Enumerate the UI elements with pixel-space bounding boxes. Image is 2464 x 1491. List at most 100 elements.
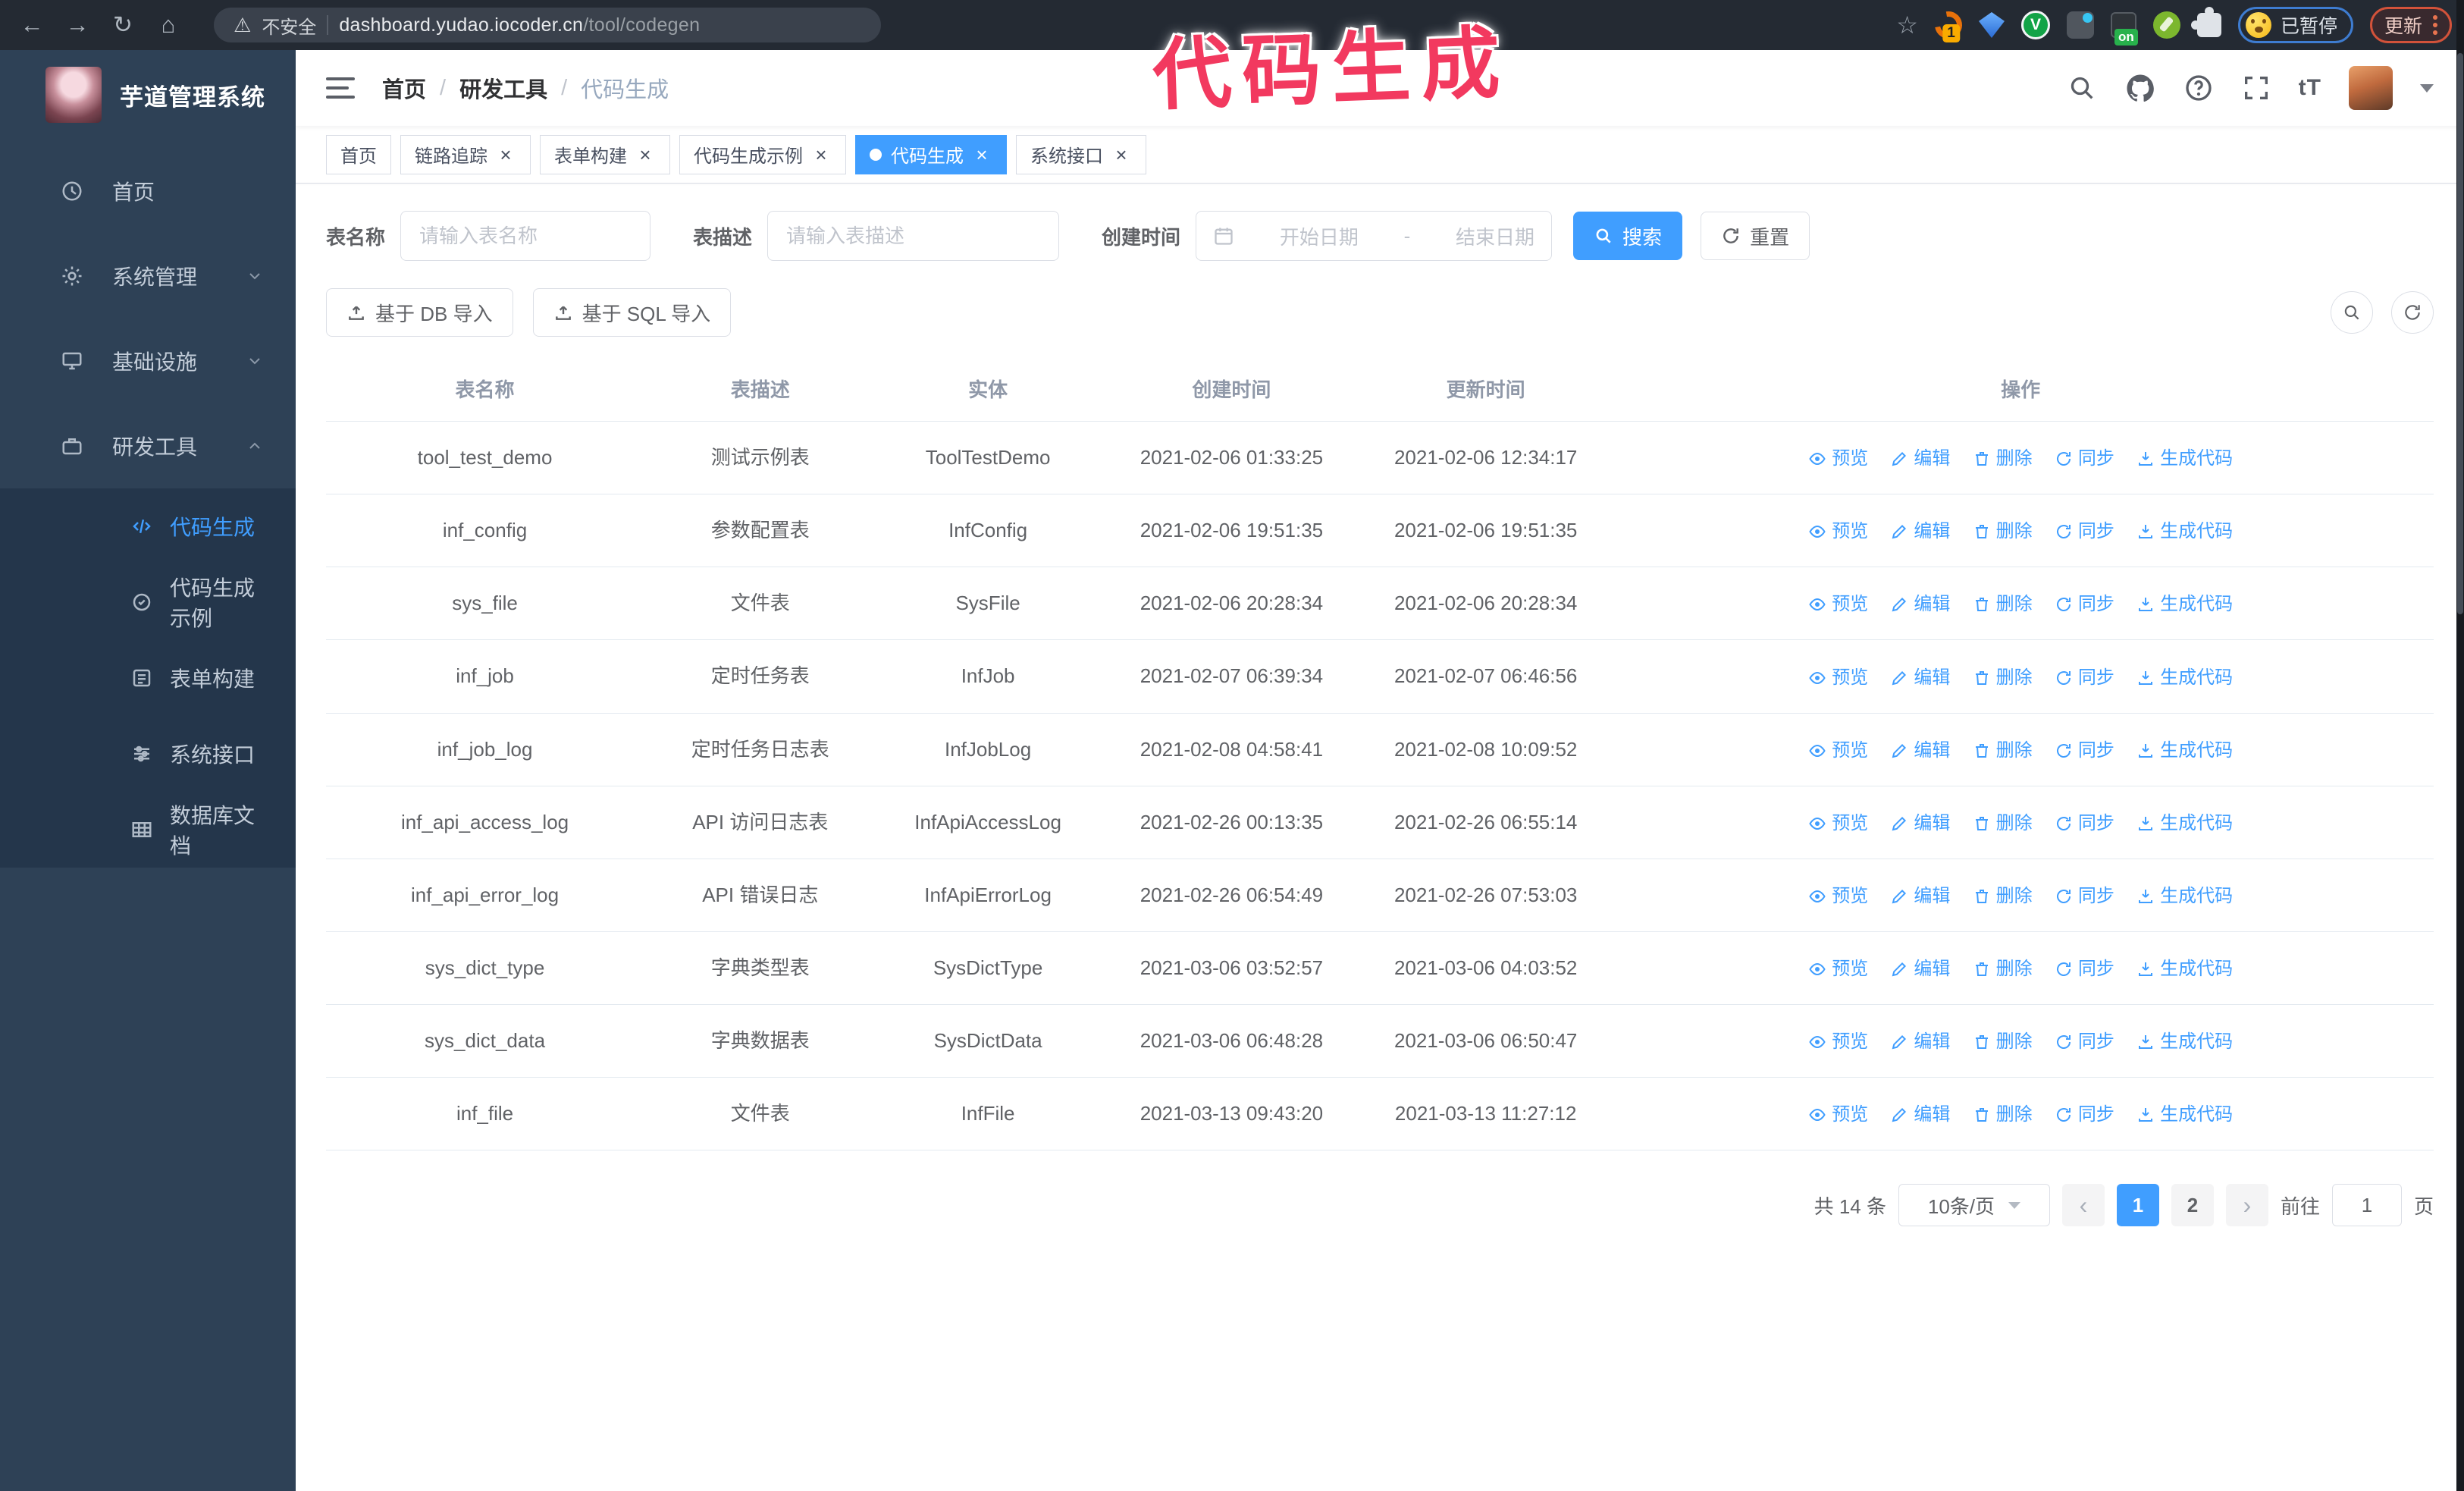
- tab-form-builder[interactable]: 表单构建: [540, 134, 670, 174]
- search-button[interactable]: 搜索: [1573, 212, 1683, 260]
- font-size-icon[interactable]: tT: [2299, 75, 2321, 101]
- generate-code-link[interactable]: 生成代码: [2136, 1028, 2233, 1056]
- table-desc-input[interactable]: [767, 211, 1060, 261]
- close-icon[interactable]: [635, 144, 656, 165]
- bookmark-star-icon[interactable]: ☆: [1896, 11, 1918, 39]
- refresh-table-button[interactable]: [2391, 291, 2434, 334]
- close-icon[interactable]: [495, 144, 516, 165]
- edit-link[interactable]: 编辑: [1890, 810, 1950, 837]
- app-logo-row[interactable]: 芋道管理系统: [0, 50, 296, 138]
- sync-link[interactable]: 同步: [2055, 810, 2114, 837]
- scrollbar-thumb[interactable]: [2457, 53, 2463, 614]
- extension-vue-devtools-icon[interactable]: [2020, 11, 2050, 39]
- generate-code-link[interactable]: 生成代码: [2136, 810, 2233, 837]
- address-bar[interactable]: ⚠ 不安全 dashboard.yudao.iocoder.cn/tool/co…: [214, 8, 881, 42]
- preview-link[interactable]: 预览: [1808, 591, 1868, 618]
- extension-switch-icon[interactable]: on: [2110, 12, 2138, 46]
- preview-link[interactable]: 预览: [1808, 518, 1868, 545]
- preview-link[interactable]: 预览: [1808, 664, 1868, 692]
- fullscreen-icon[interactable]: [2241, 73, 2271, 103]
- delete-link[interactable]: 删除: [1973, 664, 2033, 692]
- delete-link[interactable]: 删除: [1973, 1101, 2033, 1128]
- preview-link[interactable]: 预览: [1808, 1028, 1868, 1056]
- sidebar-item-system[interactable]: 系统管理: [0, 234, 296, 319]
- import-db-button[interactable]: 基于 DB 导入: [326, 288, 513, 337]
- edit-link[interactable]: 编辑: [1890, 664, 1950, 692]
- sidebar-item-devtools[interactable]: 研发工具: [0, 403, 296, 488]
- window-scrollbar[interactable]: [2456, 0, 2464, 1491]
- delete-link[interactable]: 删除: [1973, 518, 2033, 545]
- browser-forward-icon[interactable]: →: [58, 5, 97, 45]
- close-icon[interactable]: [810, 144, 832, 165]
- extension-panel-icon[interactable]: [2066, 11, 2094, 39]
- generate-code-link[interactable]: 生成代码: [2136, 518, 2233, 545]
- preview-link[interactable]: 预览: [1808, 883, 1868, 910]
- page-size-select[interactable]: 10条/页: [1898, 1184, 2050, 1227]
- page-button-2[interactable]: 2: [2171, 1184, 2214, 1227]
- tab-codegen-example[interactable]: 代码生成示例: [679, 134, 846, 174]
- sync-link[interactable]: 同步: [2055, 1028, 2114, 1056]
- extensions-puzzle-icon[interactable]: [2190, 7, 2221, 37]
- browser-home-icon[interactable]: ⌂: [149, 5, 188, 45]
- generate-code-link[interactable]: 生成代码: [2136, 883, 2233, 910]
- table-name-input[interactable]: [400, 211, 651, 261]
- edit-link[interactable]: 编辑: [1890, 956, 1950, 983]
- close-icon[interactable]: [971, 144, 992, 165]
- edit-link[interactable]: 编辑: [1890, 737, 1950, 764]
- breadcrumb-devtools[interactable]: 研发工具: [459, 72, 547, 104]
- preview-link[interactable]: 预览: [1808, 445, 1868, 472]
- sync-link[interactable]: 同步: [2055, 737, 2114, 764]
- close-icon[interactable]: [1111, 144, 1132, 165]
- profile-paused-chip[interactable]: 已暂停: [2237, 7, 2353, 43]
- sync-link[interactable]: 同步: [2055, 518, 2114, 545]
- preview-link[interactable]: 预览: [1808, 737, 1868, 764]
- browser-back-icon[interactable]: ←: [12, 5, 52, 45]
- edit-link[interactable]: 编辑: [1890, 1028, 1950, 1056]
- github-icon[interactable]: [2124, 72, 2156, 104]
- sync-link[interactable]: 同步: [2055, 664, 2114, 692]
- generate-code-link[interactable]: 生成代码: [2136, 1101, 2233, 1128]
- edit-link[interactable]: 编辑: [1890, 1101, 1950, 1128]
- sidebar-item-codegen-example[interactable]: 代码生成示例: [0, 564, 296, 640]
- sync-link[interactable]: 同步: [2055, 445, 2114, 472]
- generate-code-link[interactable]: 生成代码: [2136, 445, 2233, 472]
- generate-code-link[interactable]: 生成代码: [2136, 591, 2233, 618]
- extension-key-icon[interactable]: [2152, 11, 2180, 39]
- delete-link[interactable]: 删除: [1973, 883, 2033, 910]
- sidebar-item-codegen[interactable]: 代码生成: [0, 488, 296, 564]
- tab-home[interactable]: 首页: [326, 134, 391, 174]
- sidebar-item-system-api[interactable]: 系统接口: [0, 716, 296, 792]
- extension-gem-icon[interactable]: [1978, 12, 2005, 38]
- breadcrumb-home[interactable]: 首页: [382, 72, 426, 104]
- sync-link[interactable]: 同步: [2055, 883, 2114, 910]
- preview-link[interactable]: 预览: [1808, 956, 1868, 983]
- goto-page-input[interactable]: [2331, 1184, 2402, 1227]
- preview-link[interactable]: 预览: [1808, 1101, 1868, 1128]
- date-range-picker[interactable]: 开始日期 - 结束日期: [1196, 211, 1553, 261]
- edit-link[interactable]: 编辑: [1890, 445, 1950, 472]
- edit-link[interactable]: 编辑: [1890, 883, 1950, 910]
- preview-link[interactable]: 预览: [1808, 810, 1868, 837]
- help-icon[interactable]: [2183, 73, 2214, 103]
- tab-trace[interactable]: 链路追踪: [400, 134, 531, 174]
- sync-link[interactable]: 同步: [2055, 591, 2114, 618]
- toggle-search-button[interactable]: [2331, 291, 2373, 334]
- import-sql-button[interactable]: 基于 SQL 导入: [532, 288, 732, 337]
- edit-link[interactable]: 编辑: [1890, 591, 1950, 618]
- sidebar-item-db-doc[interactable]: 数据库文档: [0, 792, 296, 868]
- browser-reload-icon[interactable]: ↻: [103, 5, 143, 45]
- delete-link[interactable]: 删除: [1973, 737, 2033, 764]
- sync-link[interactable]: 同步: [2055, 1101, 2114, 1128]
- sidebar-item-home[interactable]: 首页: [0, 149, 296, 234]
- delete-link[interactable]: 删除: [1973, 956, 2033, 983]
- sidebar-item-infra[interactable]: 基础设施: [0, 319, 296, 403]
- sidebar-item-form-builder[interactable]: 表单构建: [0, 640, 296, 716]
- search-icon[interactable]: [2067, 73, 2097, 103]
- page-button-1[interactable]: 1: [2116, 1184, 2159, 1227]
- delete-link[interactable]: 删除: [1973, 591, 2033, 618]
- avatar-caret-icon[interactable]: [2420, 83, 2434, 93]
- user-avatar[interactable]: [2349, 66, 2393, 110]
- tab-codegen-active[interactable]: 代码生成: [855, 134, 1007, 174]
- browser-update-button[interactable]: 更新: [2369, 7, 2452, 43]
- generate-code-link[interactable]: 生成代码: [2136, 664, 2233, 692]
